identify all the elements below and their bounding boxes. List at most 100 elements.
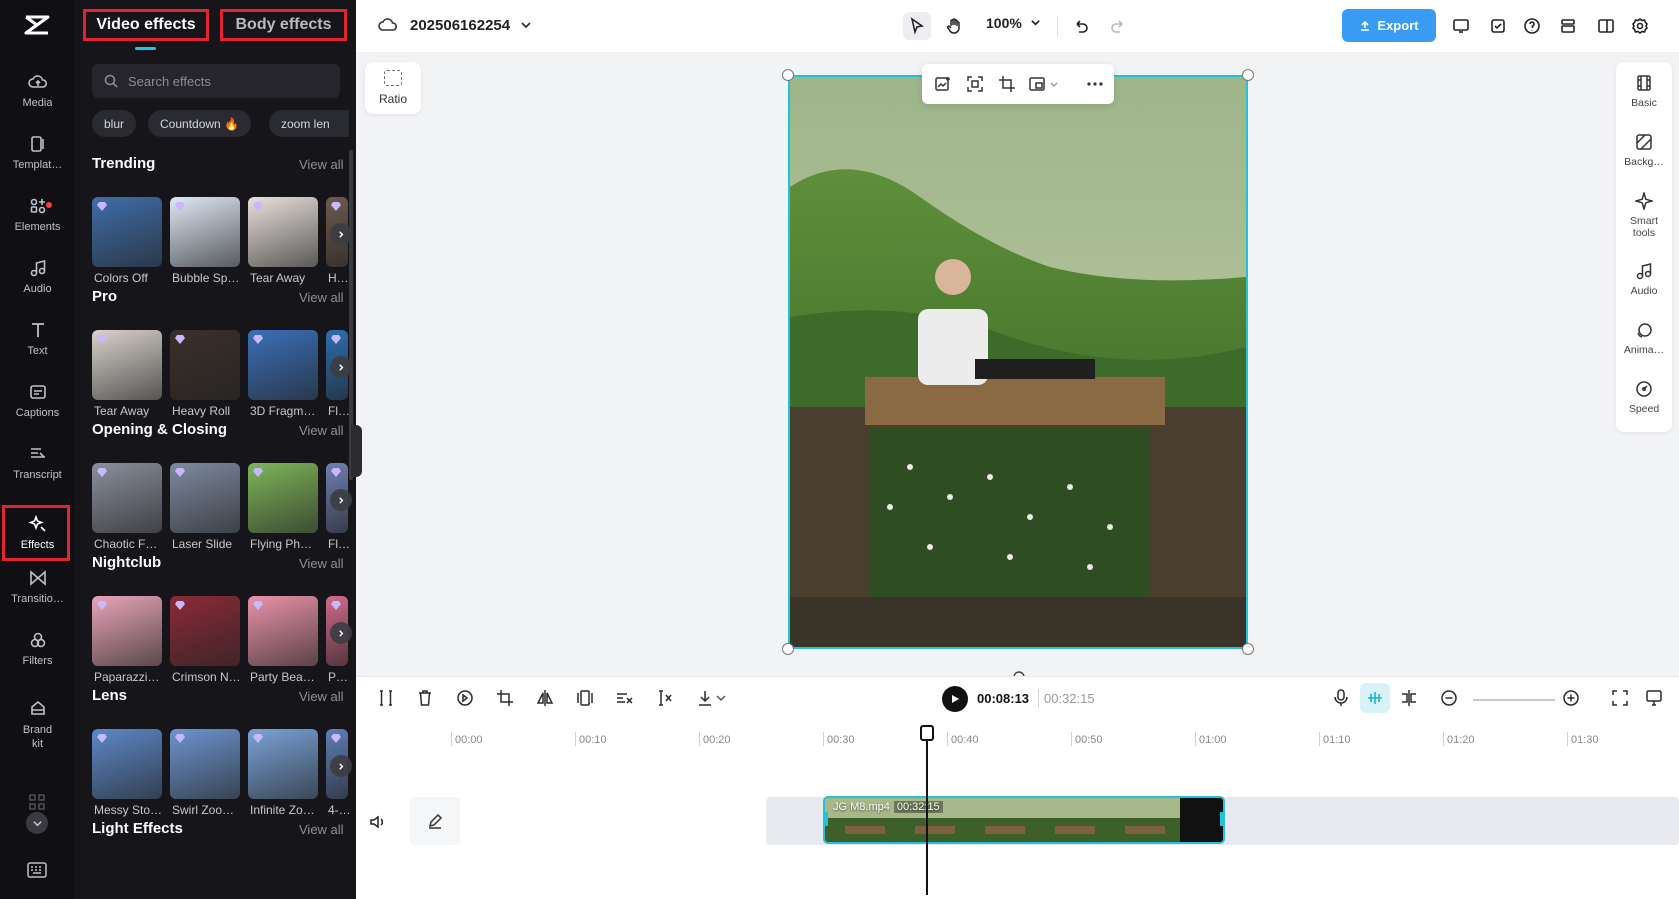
panel-item-background[interactable]: Backg… bbox=[1616, 133, 1672, 168]
resize-handle[interactable] bbox=[782, 69, 794, 81]
play-button[interactable] bbox=[942, 686, 968, 712]
split-view-icon[interactable] bbox=[1399, 688, 1419, 708]
redo-button[interactable] bbox=[1104, 12, 1132, 40]
zoom-out-icon[interactable] bbox=[1439, 688, 1459, 708]
rail-item-transitions[interactable]: Transitio… bbox=[0, 557, 75, 615]
project-name-dropdown[interactable]: 202506162254 bbox=[378, 15, 544, 35]
tab-body-effects[interactable]: Body effects bbox=[220, 9, 347, 41]
view-all-link[interactable]: View all bbox=[299, 689, 344, 704]
fit-icon[interactable] bbox=[575, 688, 595, 708]
resize-handle[interactable] bbox=[1242, 69, 1254, 81]
split-icon[interactable] bbox=[376, 688, 396, 708]
view-all-link[interactable]: View all bbox=[299, 556, 344, 571]
focus-frame-icon[interactable] bbox=[966, 75, 984, 93]
stack-button[interactable] bbox=[1554, 12, 1582, 40]
mirror-icon[interactable] bbox=[535, 688, 555, 708]
scroll-right-button[interactable] bbox=[330, 223, 352, 245]
rail-item-transcript[interactable]: Transcript bbox=[0, 433, 75, 491]
effect-thumbnail[interactable] bbox=[170, 197, 240, 267]
chevron-down-icon[interactable] bbox=[1049, 75, 1059, 93]
speed-ramp-icon[interactable] bbox=[615, 688, 635, 708]
trim-icon[interactable] bbox=[655, 688, 675, 708]
rail-item-elements[interactable]: Elements bbox=[0, 185, 75, 243]
zoom-in-icon[interactable] bbox=[1561, 688, 1581, 708]
ratio-button[interactable]: Ratio bbox=[365, 62, 421, 114]
view-all-link[interactable]: View all bbox=[299, 822, 344, 837]
view-all-link[interactable]: View all bbox=[299, 423, 344, 438]
video-clip[interactable]: JG M8.mp4 00:32:15 bbox=[823, 796, 1225, 844]
rail-item-filters[interactable]: Filters bbox=[0, 619, 75, 677]
effect-thumbnail[interactable] bbox=[170, 729, 240, 799]
rail-item-text[interactable]: Text bbox=[0, 309, 75, 367]
select-tool-button[interactable] bbox=[903, 12, 931, 40]
scroll-right-button[interactable] bbox=[330, 622, 352, 644]
present-button[interactable] bbox=[1447, 12, 1475, 40]
rail-item-templates[interactable]: Templat… bbox=[0, 123, 75, 181]
delete-icon[interactable] bbox=[415, 688, 435, 708]
effect-thumbnail[interactable] bbox=[248, 463, 318, 533]
keyboard-icon[interactable] bbox=[27, 862, 47, 878]
video-preview[interactable] bbox=[788, 75, 1248, 649]
rail-item-audio[interactable]: Audio bbox=[0, 247, 75, 305]
scroll-right-button[interactable] bbox=[330, 356, 352, 378]
track-mute-button[interactable] bbox=[368, 813, 386, 831]
effect-thumbnail[interactable] bbox=[248, 197, 318, 267]
tab-video-effects[interactable]: Video effects bbox=[83, 9, 209, 41]
scroll-right-button[interactable] bbox=[330, 489, 352, 511]
effect-thumbnail[interactable] bbox=[248, 596, 318, 666]
replace-image-icon[interactable] bbox=[934, 75, 952, 93]
playhead-handle[interactable] bbox=[920, 725, 934, 741]
panel-item-animation[interactable]: Anima… bbox=[1616, 321, 1672, 356]
timeline-zoom-slider[interactable] bbox=[1473, 699, 1555, 701]
scroll-right-button[interactable] bbox=[330, 755, 352, 777]
rail-item-captions[interactable]: Captions bbox=[0, 371, 75, 429]
grid-icon[interactable] bbox=[29, 794, 45, 810]
effect-thumbnail[interactable] bbox=[248, 729, 318, 799]
clip-trim-left[interactable] bbox=[825, 812, 828, 826]
hand-tool-button[interactable] bbox=[940, 12, 968, 40]
settings-button[interactable] bbox=[1626, 12, 1654, 40]
chevron-down-icon[interactable] bbox=[715, 688, 727, 708]
crop-icon[interactable] bbox=[998, 75, 1016, 93]
collapse-panel-handle[interactable] bbox=[351, 425, 362, 477]
panel-item-smart-tools[interactable]: Smart tools bbox=[1616, 192, 1672, 239]
expand-rail-button[interactable] bbox=[26, 812, 48, 834]
rotate-handle[interactable] bbox=[1011, 665, 1027, 678]
review-button[interactable] bbox=[1484, 12, 1512, 40]
search-input[interactable]: Search effects bbox=[92, 64, 340, 98]
help-button[interactable] bbox=[1518, 12, 1546, 40]
more-icon[interactable] bbox=[1086, 75, 1104, 93]
effect-thumbnail[interactable] bbox=[92, 197, 162, 267]
rail-item-media[interactable]: Media bbox=[0, 61, 75, 119]
panel-item-audio[interactable]: Audio bbox=[1616, 262, 1672, 297]
effect-thumbnail[interactable] bbox=[170, 463, 240, 533]
fullscreen-icon[interactable] bbox=[1610, 688, 1630, 708]
loop-icon[interactable] bbox=[455, 688, 475, 708]
capcut-logo[interactable] bbox=[23, 12, 51, 38]
effect-thumbnail[interactable] bbox=[248, 330, 318, 400]
view-all-link[interactable]: View all bbox=[299, 290, 344, 305]
rail-item-effects[interactable]: Effects bbox=[0, 503, 75, 561]
clip-trim-right[interactable] bbox=[1220, 812, 1223, 826]
crop-icon[interactable] bbox=[495, 688, 515, 708]
comment-icon[interactable] bbox=[1644, 688, 1664, 708]
export-button[interactable]: Export bbox=[1342, 9, 1436, 42]
zoom-dropdown[interactable]: 100% bbox=[986, 15, 1041, 31]
microphone-icon[interactable] bbox=[1331, 688, 1351, 708]
download-icon[interactable] bbox=[695, 688, 715, 708]
view-all-link[interactable]: View all bbox=[299, 157, 344, 172]
panel-item-basic[interactable]: Basic bbox=[1616, 74, 1672, 109]
picture-in-picture-icon[interactable] bbox=[1028, 75, 1046, 93]
magnet-toggle[interactable] bbox=[1360, 683, 1390, 713]
rail-item-brand-kit[interactable]: Brand kit bbox=[0, 690, 75, 758]
resize-handle[interactable] bbox=[1242, 643, 1254, 655]
effect-thumbnail[interactable] bbox=[92, 596, 162, 666]
panel-item-speed[interactable]: Speed bbox=[1616, 380, 1672, 415]
effect-thumbnail[interactable] bbox=[92, 463, 162, 533]
undo-button[interactable] bbox=[1067, 12, 1095, 40]
chip-zoom-lens[interactable]: zoom len bbox=[269, 110, 349, 137]
effect-thumbnail[interactable] bbox=[92, 729, 162, 799]
chip-countdown[interactable]: Countdown 🔥 bbox=[148, 110, 251, 137]
effect-thumbnail[interactable] bbox=[170, 330, 240, 400]
chip-blur[interactable]: blur bbox=[92, 110, 137, 137]
